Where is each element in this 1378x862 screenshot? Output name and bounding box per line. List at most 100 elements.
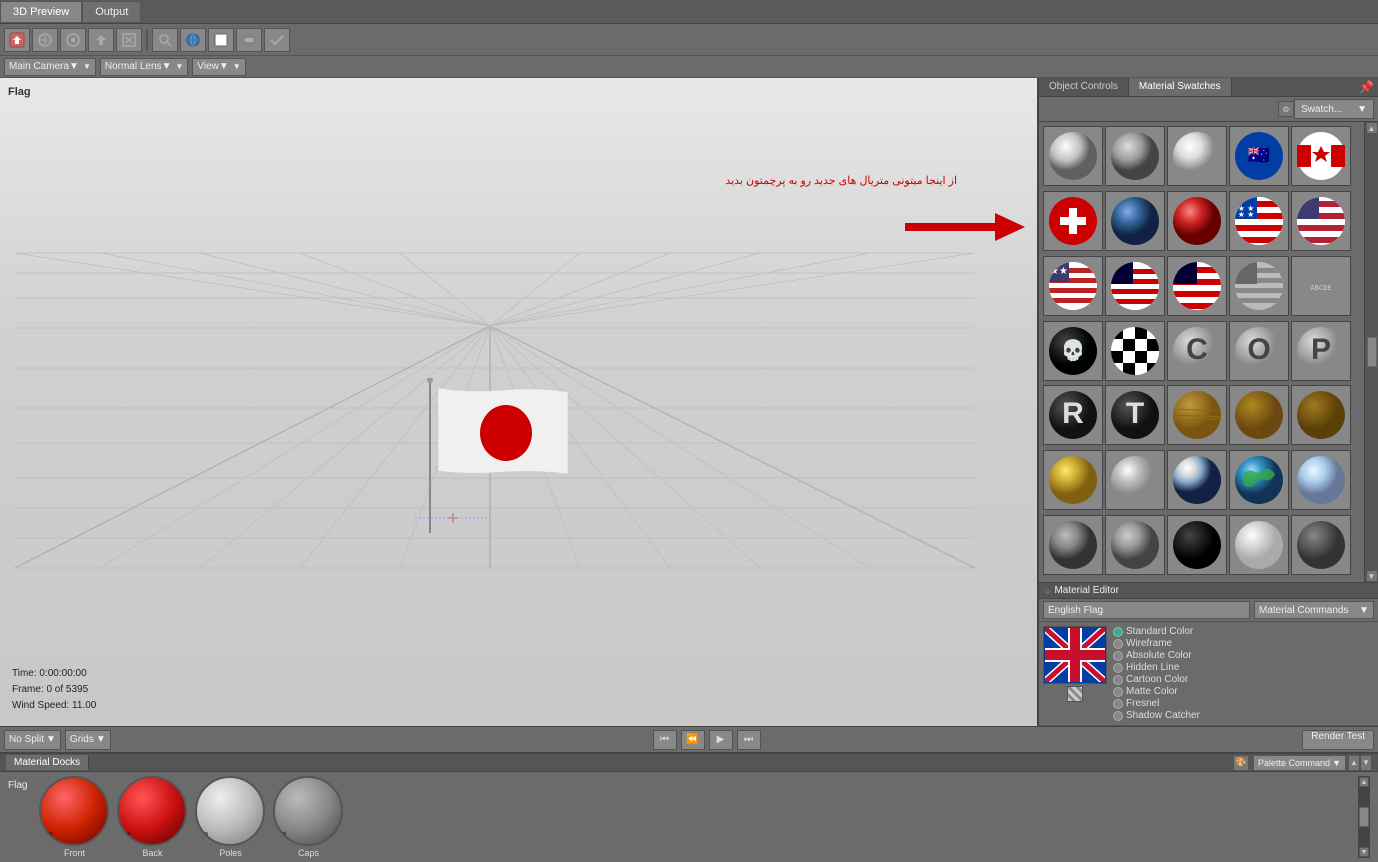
toolbar-btn-1[interactable] <box>4 28 30 52</box>
radio-shadow-icon[interactable] <box>1113 711 1123 721</box>
swatch-skull[interactable]: 💀 <box>1043 321 1103 381</box>
swatch-australia[interactable]: 🇦🇺 <box>1229 126 1289 186</box>
swatch-white[interactable] <box>1229 515 1289 575</box>
radio-standard-color[interactable]: Standard Color <box>1113 626 1376 637</box>
toolbar-btn-3[interactable] <box>60 28 86 52</box>
radio-wireframe[interactable]: Wireframe <box>1113 638 1376 649</box>
mat-preview-small[interactable] <box>1067 686 1083 702</box>
swatch-letter-p[interactable]: P <box>1291 321 1351 381</box>
bottom-scroll-thumb[interactable] <box>1359 807 1369 827</box>
tab-output[interactable]: Output <box>82 1 141 23</box>
swatch-dark1[interactable] <box>1043 515 1103 575</box>
radio-fresnel[interactable]: Fresnel <box>1113 698 1376 709</box>
swatch-chrome[interactable] <box>1167 450 1227 510</box>
swatch-usa1[interactable]: ★ ★★ ★ <box>1229 191 1289 251</box>
bottom-panel-scrollbar[interactable]: ▲ ▼ <box>1358 776 1370 858</box>
radio-cartoon-color[interactable]: Cartoon Color <box>1113 674 1376 685</box>
radio-matte-color[interactable]: Matte Color <box>1113 686 1376 697</box>
swatch-canada[interactable] <box>1291 126 1351 186</box>
swatch-usa5[interactable] <box>1167 256 1227 316</box>
lens-select[interactable]: Normal Lens ▼ <box>100 58 189 76</box>
radio-absolute-color[interactable]: Absolute Color <box>1113 650 1376 661</box>
bottom-scroll-up2[interactable]: ▲ <box>1359 777 1369 787</box>
radio-cartoon-icon[interactable] <box>1113 675 1123 685</box>
swatch-blue-sphere[interactable] <box>1105 191 1165 251</box>
swatch-earth[interactable] <box>1229 450 1289 510</box>
swatches-icon[interactable]: ⚙ <box>1278 101 1294 117</box>
tab-material-swatches[interactable]: Material Swatches <box>1129 78 1232 96</box>
playback-play-btn[interactable]: ▶ <box>709 730 733 750</box>
toolbar-btn-magnify[interactable] <box>152 28 178 52</box>
dock-item-back[interactable]: 2 Back <box>117 776 187 858</box>
swatch-usa6[interactable] <box>1229 256 1289 316</box>
toolbar-btn-check[interactable] <box>264 28 290 52</box>
radio-matte-icon[interactable] <box>1113 687 1123 697</box>
swatch-wood3[interactable] <box>1291 385 1351 445</box>
grids-dropdown[interactable]: Grids ▼ <box>65 730 111 750</box>
view-select[interactable]: View ▼ <box>192 58 245 76</box>
dock-item-caps[interactable]: 4 Caps <box>273 776 343 858</box>
tab-object-controls[interactable]: Object Controls <box>1039 78 1129 96</box>
swatch-gold[interactable] <box>1043 450 1103 510</box>
playback-start-btn[interactable]: ⏮ <box>653 730 677 750</box>
swatch-ice[interactable] <box>1291 450 1351 510</box>
swatch-dark3[interactable] <box>1291 515 1351 575</box>
swatch-3[interactable] <box>1167 126 1227 186</box>
swatch-text[interactable]: ABCDE <box>1291 256 1351 316</box>
swatch-wood2[interactable] <box>1229 385 1289 445</box>
render-test-button[interactable]: Render Test <box>1302 730 1374 750</box>
tab-material-docks[interactable]: Material Docks <box>6 755 89 770</box>
bottom-scroll-down2[interactable]: ▼ <box>1359 847 1369 857</box>
scroll-up-arrow[interactable]: ▲ <box>1366 122 1378 134</box>
dock-item-poles[interactable]: 3 Poles <box>195 776 265 858</box>
radio-shadow-catcher[interactable]: Shadow Catcher <box>1113 710 1376 721</box>
tab-3d-preview[interactable]: 3D Preview <box>0 1 82 23</box>
scroll-thumb[interactable] <box>1367 337 1377 367</box>
dock-item-front[interactable]: 1 Front <box>39 776 109 858</box>
radio-standard-icon[interactable] <box>1113 627 1123 637</box>
swatch-checker[interactable] <box>1105 321 1165 381</box>
bottom-scroll-down[interactable]: ▼ <box>1360 755 1372 771</box>
toolbar-btn-4[interactable] <box>88 28 114 52</box>
swatch-dark2[interactable] <box>1105 515 1165 575</box>
palette-icon[interactable]: 🎨 <box>1233 755 1249 771</box>
radio-wireframe-icon[interactable] <box>1113 639 1123 649</box>
toolbar-btn-sphere[interactable] <box>180 28 206 52</box>
camera-select[interactable]: Main Camera ▼ <box>4 58 96 76</box>
commands-dropdown[interactable]: Material Commands ▼ <box>1254 601 1374 619</box>
radio-absolute-icon[interactable] <box>1113 651 1123 661</box>
bottom-scroll-up[interactable]: ▲ <box>1348 755 1360 771</box>
mat-preview-main[interactable] <box>1043 626 1107 684</box>
swatch-swiss[interactable] <box>1043 191 1103 251</box>
material-grid-scrollbar[interactable]: ▲ ▼ <box>1364 122 1378 582</box>
scroll-down-arrow[interactable]: ▼ <box>1366 570 1378 582</box>
toolbar-btn-small[interactable] <box>236 28 262 52</box>
toolbar-btn-5[interactable] <box>116 28 142 52</box>
swatch-usa4[interactable] <box>1105 256 1165 316</box>
toolbar-btn-2[interactable] <box>32 28 58 52</box>
split-dropdown[interactable]: No Split ▼ <box>4 730 61 750</box>
swatch-letter-t[interactable]: T <box>1105 385 1165 445</box>
swatch-2[interactable] <box>1105 126 1165 186</box>
radio-fresnel-icon[interactable] <box>1113 699 1123 709</box>
swatches-dropdown[interactable]: Swatch... ▼ <box>1294 99 1374 119</box>
swatch-letter-o[interactable]: O <box>1229 321 1289 381</box>
swatch-red-sphere[interactable] <box>1167 191 1227 251</box>
palette-command-dropdown[interactable]: Palette Command ▼ <box>1253 755 1346 771</box>
swatch-silver2[interactable] <box>1105 450 1165 510</box>
panel-pin-icon[interactable]: 📌 <box>1355 78 1378 96</box>
material-name-input[interactable] <box>1043 601 1250 619</box>
swatch-1[interactable] <box>1043 126 1103 186</box>
swatch-letter-c[interactable]: C <box>1167 321 1227 381</box>
playback-end-btn[interactable]: ⏭ <box>737 730 761 750</box>
swatch-letter-r[interactable]: R <box>1043 385 1103 445</box>
toolbar-btn-white-box[interactable] <box>208 28 234 52</box>
swatch-usa3[interactable]: ★★ <box>1043 256 1103 316</box>
playback-prev-btn[interactable]: ⏪ <box>681 730 705 750</box>
swatch-wood1[interactable] <box>1167 385 1227 445</box>
radio-hidden-icon[interactable] <box>1113 663 1123 673</box>
viewport-3d[interactable]: Flag از اینجا میتونی متریال های جدید رو … <box>0 78 1038 726</box>
swatch-black[interactable] <box>1167 515 1227 575</box>
radio-hidden-line[interactable]: Hidden Line <box>1113 662 1376 673</box>
swatch-usa2[interactable] <box>1291 191 1351 251</box>
